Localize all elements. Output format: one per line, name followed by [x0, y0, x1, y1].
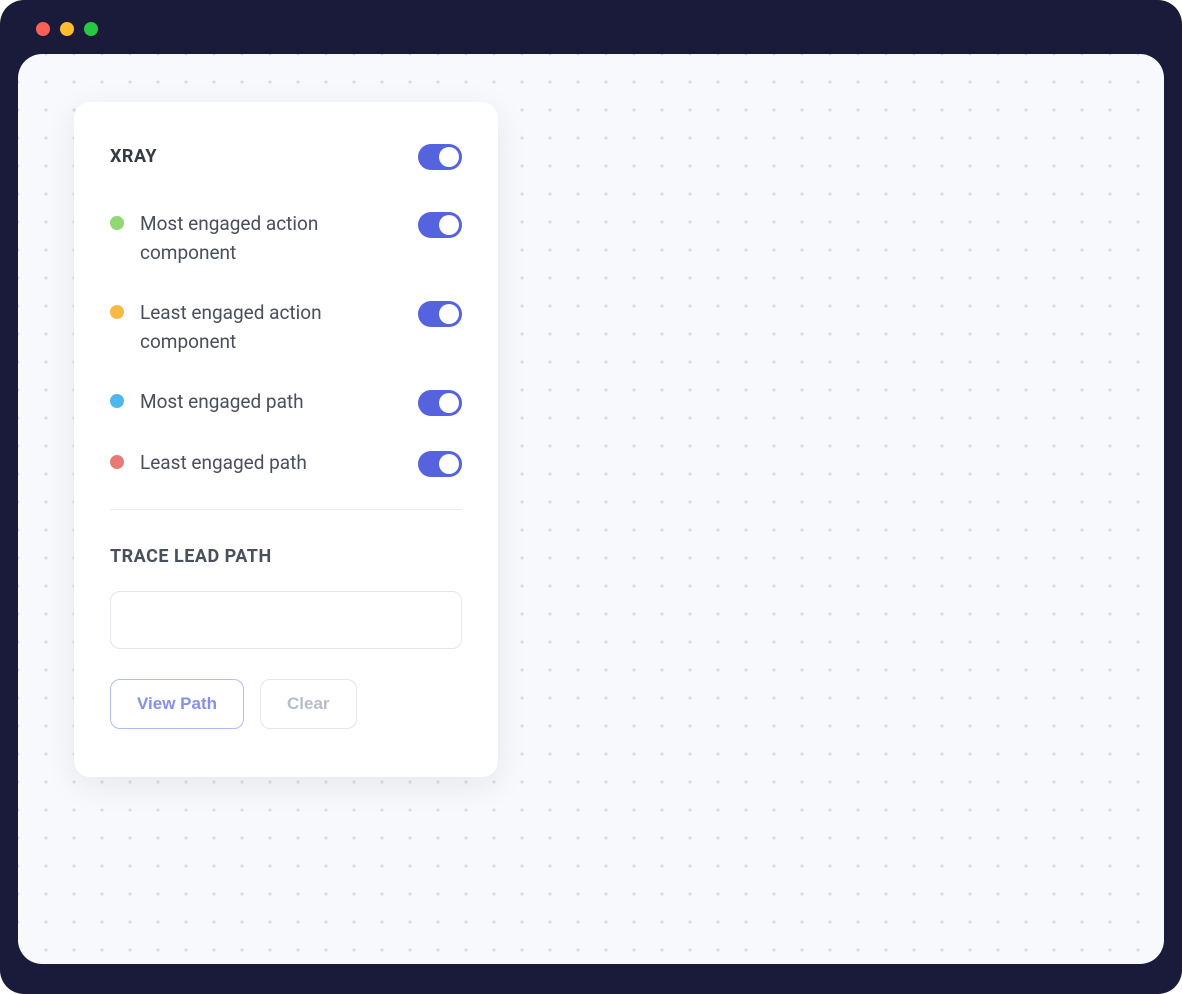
dot-icon: [110, 394, 124, 408]
view-path-button[interactable]: View Path: [110, 679, 244, 729]
toggle-most-engaged-action[interactable]: [418, 212, 462, 238]
toggle-row-most-engaged-path: Most engaged path: [110, 388, 462, 417]
maximize-icon[interactable]: [84, 22, 98, 36]
trace-lead-input[interactable]: [110, 591, 462, 649]
traffic-lights: [18, 18, 1164, 54]
toggle-label: Least engaged path: [140, 449, 402, 478]
toggle-least-engaged-action[interactable]: [418, 301, 462, 327]
toggle-label: Least engaged action component: [140, 299, 402, 356]
toggle-row-least-engaged-action: Least engaged action component: [110, 299, 462, 356]
divider: [110, 509, 462, 510]
toggle-label: Most engaged path: [140, 388, 402, 417]
toggle-label: Most engaged action component: [140, 210, 402, 267]
close-icon[interactable]: [36, 22, 50, 36]
toggle-most-engaged-path[interactable]: [418, 390, 462, 416]
clear-button[interactable]: Clear: [260, 679, 357, 729]
minimize-icon[interactable]: [60, 22, 74, 36]
panel-title: XRAY: [110, 146, 157, 167]
toggle-row-least-engaged-path: Least engaged path: [110, 449, 462, 478]
window-frame: XRAY Most engaged action component Least…: [0, 0, 1182, 994]
dot-icon: [110, 455, 124, 469]
trace-section-title: TRACE LEAD PATH: [110, 546, 462, 567]
dot-icon: [110, 305, 124, 319]
xray-panel: XRAY Most engaged action component Least…: [74, 102, 498, 777]
toggle-row-most-engaged-action: Most engaged action component: [110, 210, 462, 267]
xray-master-toggle[interactable]: [418, 144, 462, 170]
toggle-least-engaged-path[interactable]: [418, 451, 462, 477]
panel-header: XRAY: [110, 142, 462, 170]
dot-icon: [110, 216, 124, 230]
button-row: View Path Clear: [110, 679, 462, 729]
app-viewport: XRAY Most engaged action component Least…: [18, 54, 1164, 964]
